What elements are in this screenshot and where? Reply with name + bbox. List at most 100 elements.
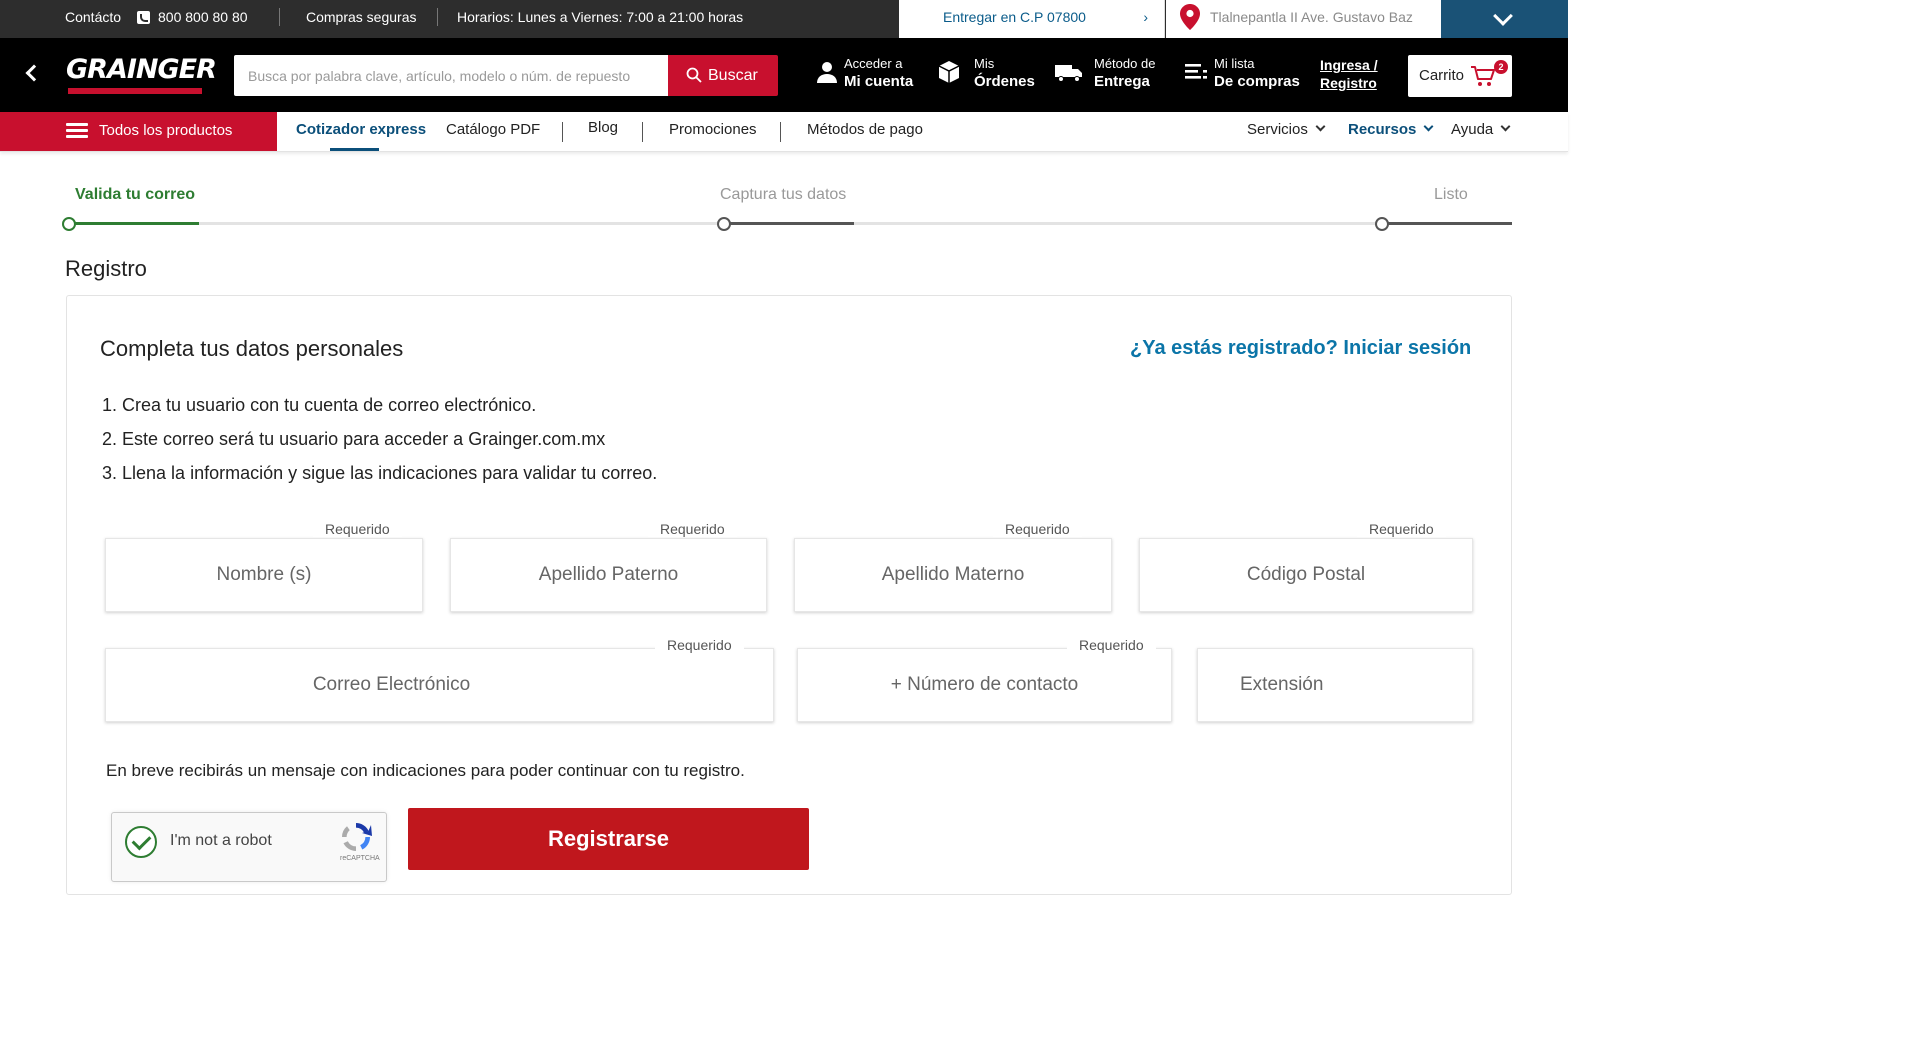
chevron-down-icon <box>1500 121 1511 132</box>
logo-red-bar <box>68 88 202 94</box>
extension-input[interactable] <box>1198 649 1472 721</box>
store-location-label: Tlalnepantla II Ave. Gustavo Baz <box>1210 9 1413 25</box>
postal-code-field <box>1139 538 1473 612</box>
top-utility-bar: Contácto 800 800 80 80 Compras seguras H… <box>0 0 1568 38</box>
search-button[interactable]: Buscar <box>668 55 778 96</box>
grainger-logo[interactable]: GRAINGER <box>66 54 217 98</box>
paternal-surname-field <box>450 538 767 612</box>
phone-field <box>797 648 1172 722</box>
first-name-input[interactable] <box>106 539 422 611</box>
nav-quote-express[interactable]: Cotizador express <box>296 112 426 151</box>
hamburger-icon <box>66 123 88 139</box>
user-icon <box>817 62 837 83</box>
required-label: Requerido <box>648 521 737 537</box>
email-field <box>105 648 774 722</box>
page-title: Registro <box>65 256 147 281</box>
services-label: Servicios <box>1247 121 1308 138</box>
delivery-method-link[interactable]: Método de Entrega <box>1054 56 1164 96</box>
card-title: Completa tus datos personales <box>100 336 404 361</box>
cart-count-badge: 2 <box>1494 60 1508 74</box>
email-input[interactable] <box>106 649 773 721</box>
secure-purchases-link[interactable]: Compras seguras <box>306 0 417 38</box>
instruction-item: 2. Este correo será tu usuario para acce… <box>102 429 606 449</box>
instruction-item: 3. Llena la información y sigue las indi… <box>102 463 658 483</box>
store-location-selector[interactable]: Tlalnepantla II Ave. Gustavo Baz <box>1166 0 1441 38</box>
paternal-surname-input[interactable] <box>451 539 766 611</box>
account-line1: Acceder a <box>844 56 903 71</box>
maternal-surname-field <box>794 538 1112 612</box>
expand-header-toggle[interactable] <box>1441 0 1568 38</box>
chevron-right-icon: › <box>1143 9 1148 25</box>
divider <box>780 122 781 142</box>
orders-line1: Mis <box>974 56 995 71</box>
delivery-method-line1: Método de <box>1094 56 1156 71</box>
location-pin-icon <box>1180 4 1200 30</box>
resources-label: Recursos <box>1348 121 1417 138</box>
phone-icon <box>137 11 150 24</box>
required-label: Requerido <box>1067 637 1156 653</box>
cart-label: Carrito <box>1419 67 1465 84</box>
box-icon <box>938 61 960 83</box>
required-label: Requerido <box>993 521 1082 537</box>
all-products-label: Todos los productos <box>99 122 233 139</box>
shopping-list-link[interactable]: Mi lista De compras <box>1184 56 1300 96</box>
divider <box>279 8 280 26</box>
recaptcha-widget: I'm not a robot reCAPTCHA <box>111 812 387 882</box>
nav-services-dropdown[interactable]: Servicios <box>1247 112 1326 151</box>
help-label: Ayuda <box>1451 121 1494 138</box>
recaptcha-label: I'm not a robot <box>170 832 272 849</box>
step-validate-email: Valida tu correo <box>75 186 196 203</box>
instruction-item: 1. Crea tu usuario con tu cuenta de corr… <box>102 395 537 415</box>
step-dot-3 <box>1375 217 1389 231</box>
required-label: Requerido <box>655 637 744 653</box>
phone-link[interactable]: 800 800 80 80 <box>137 0 248 38</box>
required-label: Requerido <box>1357 521 1446 537</box>
chevron-down-icon <box>1493 6 1513 26</box>
nav-payment-methods[interactable]: Métodos de pago <box>807 112 923 151</box>
nav-resources-dropdown[interactable]: Recursos <box>1348 112 1434 151</box>
list-icon <box>1185 64 1207 79</box>
nav-promotions[interactable]: Promociones <box>669 112 757 151</box>
orders-link[interactable]: Mis Órdenes <box>937 56 1035 96</box>
postal-code-input[interactable] <box>1140 539 1472 611</box>
nav-help-dropdown[interactable]: Ayuda <box>1451 112 1511 151</box>
required-label: Requerido <box>313 521 402 537</box>
back-chevron-icon[interactable] <box>25 64 43 82</box>
nav-blog[interactable]: Blog <box>588 110 618 149</box>
phone-input[interactable] <box>798 649 1171 721</box>
divider <box>437 8 438 26</box>
step-done: Listo <box>1434 186 1468 203</box>
login-register-link[interactable]: Ingresa / Registro <box>1320 56 1378 92</box>
shopping-list-line1: Mi lista <box>1214 56 1255 71</box>
recaptcha-brand: reCAPTCHA <box>340 855 380 862</box>
login-line2: Registro <box>1320 75 1377 91</box>
nav-pdf-catalog[interactable]: Catálogo PDF <box>446 112 540 151</box>
account-link[interactable]: Acceder a Mi cuenta <box>815 56 915 96</box>
maternal-surname-input[interactable] <box>795 539 1111 611</box>
all-products-menu[interactable]: Todos los productos <box>0 112 277 151</box>
search-button-label: Buscar <box>708 66 758 84</box>
first-name-field <box>105 538 423 612</box>
active-tab-indicator <box>330 148 379 151</box>
login-line1: Ingresa / <box>1320 57 1378 73</box>
main-header: GRAINGER Buscar Acceder a Mi cuenta Mis … <box>0 38 1568 112</box>
search-icon <box>686 67 702 83</box>
login-prompt-link[interactable]: ¿Ya estás registrado? Iniciar sesión <box>1130 337 1471 360</box>
cart-icon <box>1471 66 1495 86</box>
account-line2: Mi cuenta <box>844 73 914 90</box>
search-input[interactable] <box>234 55 668 96</box>
divider <box>642 122 643 142</box>
step-dot-1 <box>62 217 76 231</box>
contact-link[interactable]: Contácto <box>65 0 121 38</box>
cart-button[interactable]: Carrito 2 <box>1408 55 1512 97</box>
check-icon[interactable] <box>125 826 157 858</box>
chevron-down-icon <box>1423 121 1434 132</box>
delivery-method-line2: Entrega <box>1094 73 1150 90</box>
register-button[interactable]: Registrarse <box>408 808 809 870</box>
chevron-down-icon <box>1315 121 1326 132</box>
category-navbar: Todos los productos Cotizador express Ca… <box>0 112 1568 152</box>
step-dot-2 <box>717 217 731 231</box>
phone-number: 800 800 80 80 <box>158 9 248 25</box>
delivery-zip-selector[interactable]: Entregar en C.P 07800 › <box>899 0 1165 38</box>
step-capture-data: Captura tus datos <box>720 186 847 203</box>
